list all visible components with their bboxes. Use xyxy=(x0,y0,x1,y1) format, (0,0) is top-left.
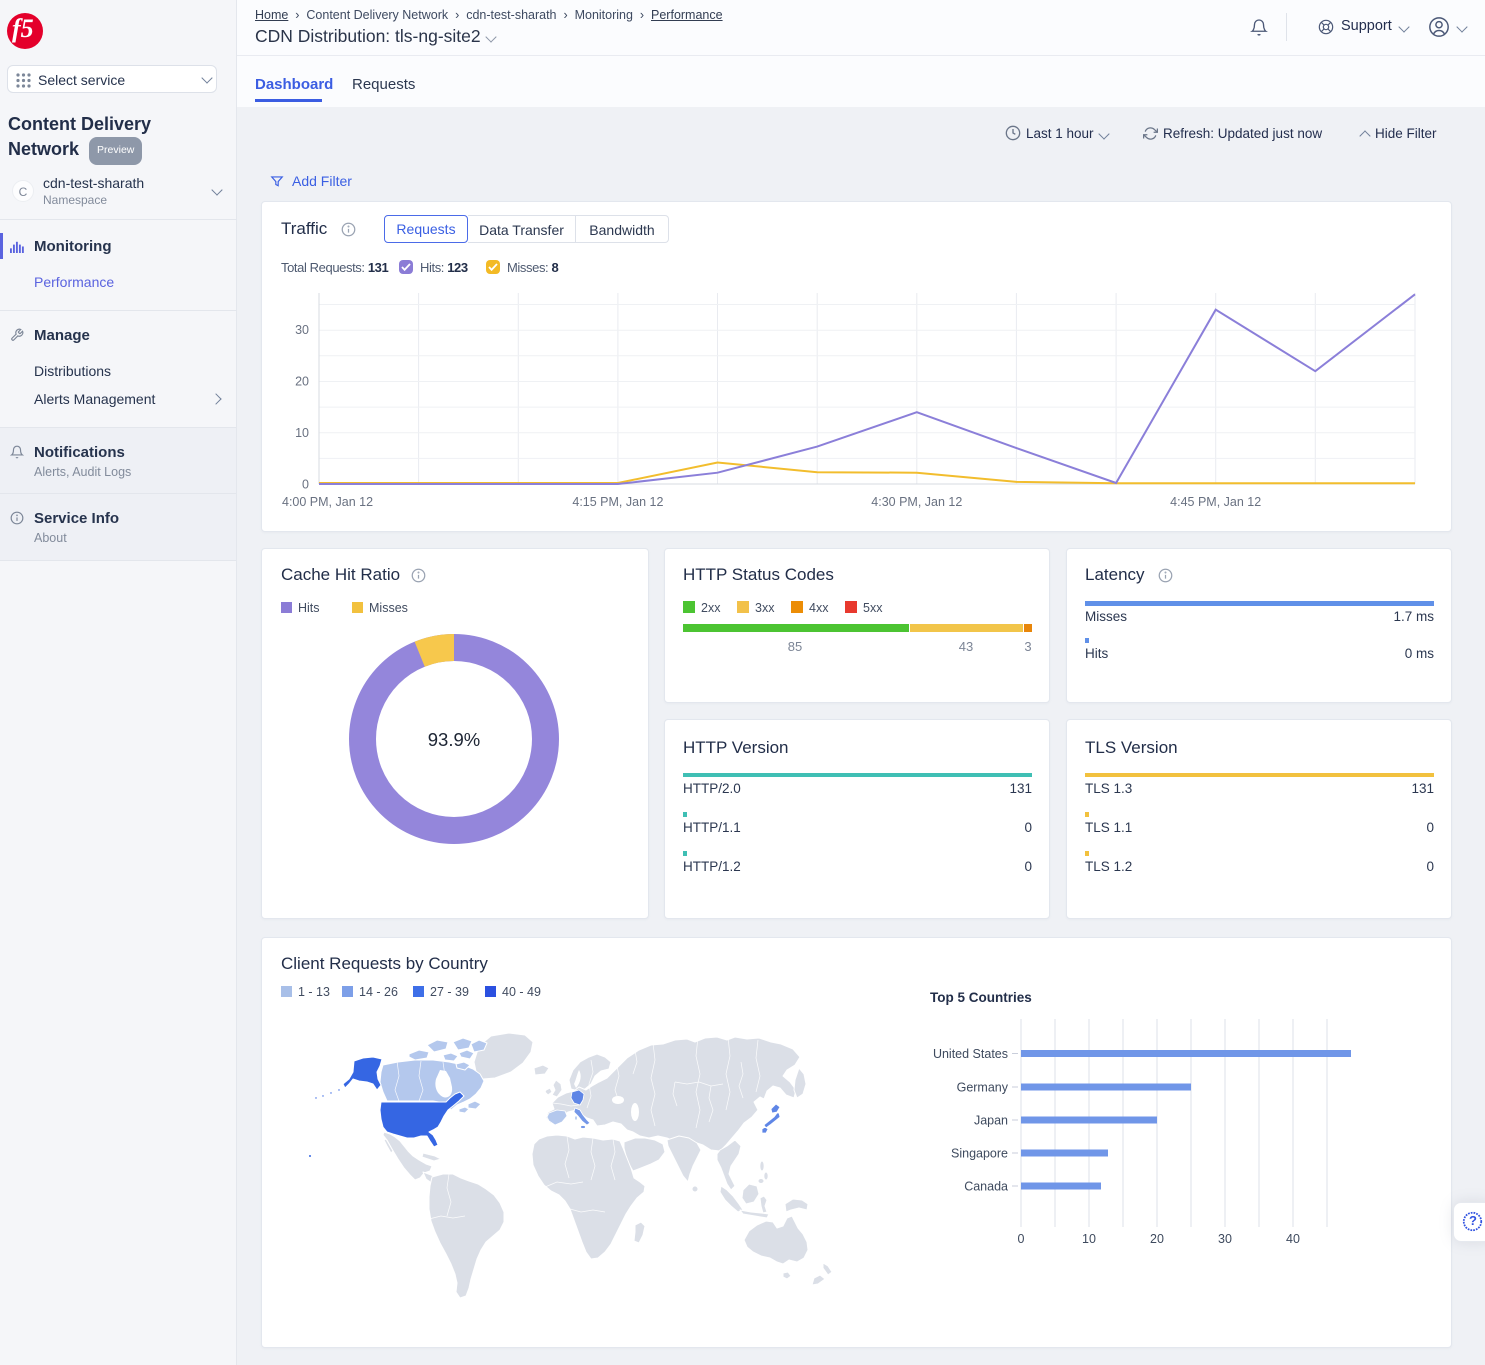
svg-text:4:30 PM, Jan 12: 4:30 PM, Jan 12 xyxy=(871,495,962,509)
svg-text:10: 10 xyxy=(1082,1232,1096,1246)
svg-text:20: 20 xyxy=(295,375,309,389)
svg-text:30: 30 xyxy=(1218,1232,1232,1246)
svg-text:30: 30 xyxy=(295,323,309,337)
svg-text:Germany: Germany xyxy=(957,1081,1009,1095)
svg-text:0: 0 xyxy=(302,478,309,492)
svg-text:0: 0 xyxy=(1018,1232,1025,1246)
svg-text:93.9%: 93.9% xyxy=(428,729,480,750)
svg-text:40: 40 xyxy=(1286,1232,1300,1246)
svg-text:United States: United States xyxy=(933,1047,1008,1061)
svg-text:4:45 PM, Jan 12: 4:45 PM, Jan 12 xyxy=(1170,495,1261,509)
svg-text:20: 20 xyxy=(1150,1232,1164,1246)
svg-text:10: 10 xyxy=(295,426,309,440)
svg-text:Singapore: Singapore xyxy=(951,1147,1008,1161)
svg-text:Japan: Japan xyxy=(974,1114,1008,1128)
svg-text:Canada: Canada xyxy=(964,1180,1008,1194)
svg-text:4:15 PM, Jan 12: 4:15 PM, Jan 12 xyxy=(572,495,663,509)
svg-text:4:00 PM, Jan 12: 4:00 PM, Jan 12 xyxy=(282,495,373,509)
